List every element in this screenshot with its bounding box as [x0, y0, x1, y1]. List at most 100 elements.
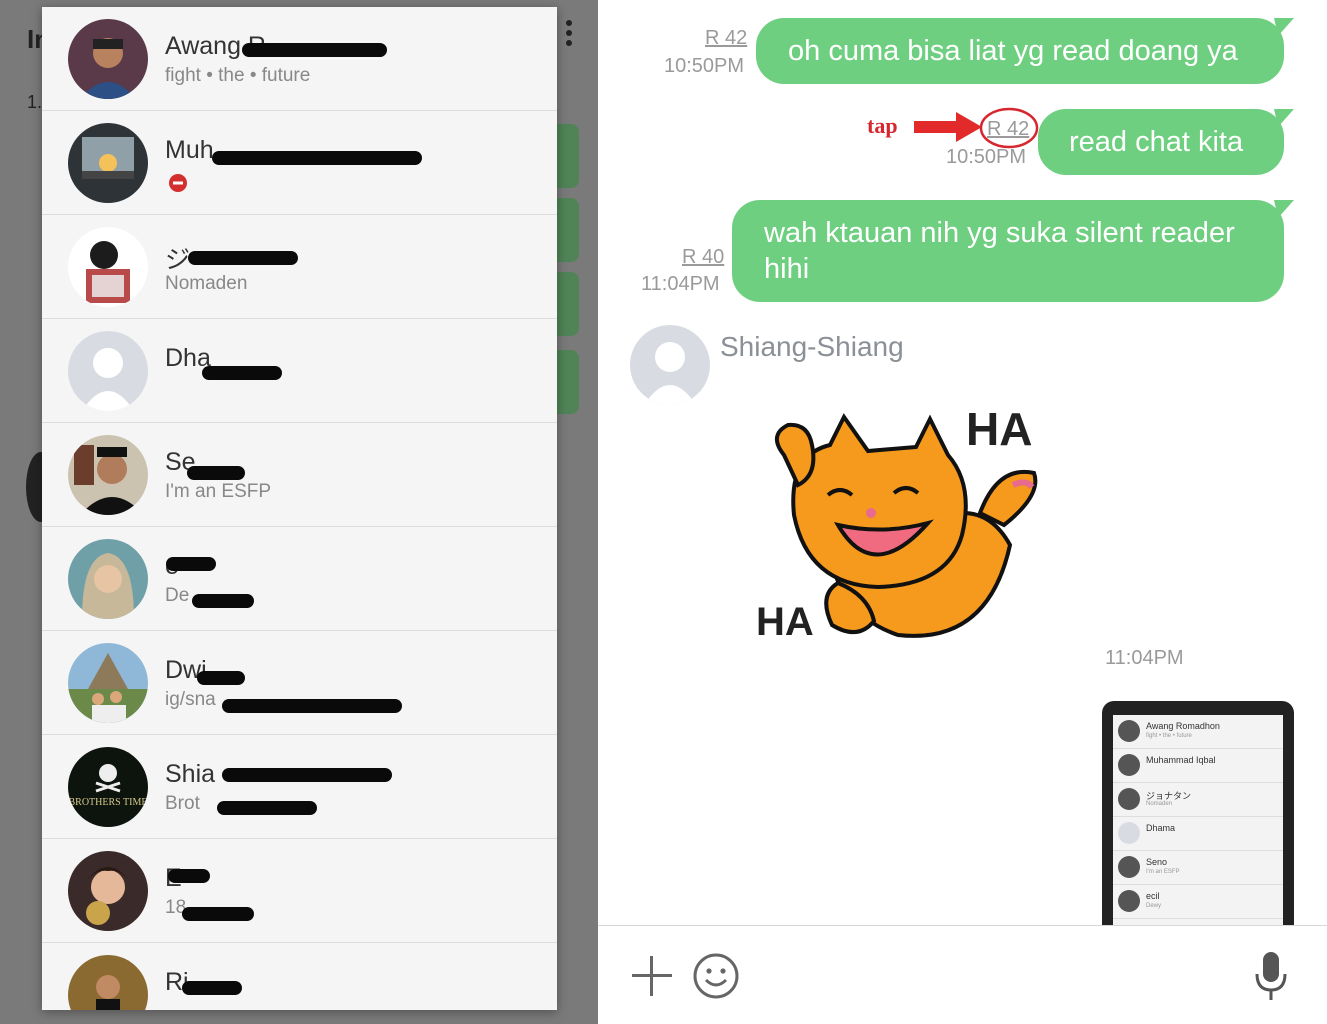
contact-avatar [68, 955, 148, 1010]
contact-row[interactable]: e De [42, 527, 557, 631]
thumbnail-status: fight • the • future [1146, 733, 1192, 739]
bubble-tail [1274, 200, 1294, 218]
thumbnail-row: Muhammad Iqbal [1113, 749, 1283, 783]
contact-picker-screen: In 1. Awang R fight • the • future Muh ジ… [0, 0, 598, 1024]
contact-avatar [68, 851, 148, 931]
contact-status: Nomaden [165, 273, 248, 294]
redaction-mark [222, 768, 392, 782]
message-text-line-1: wah ktauan nih yg suka silent reader [764, 217, 1235, 249]
contact-avatar [68, 435, 148, 515]
contact-avatar [68, 19, 148, 99]
redaction-mark [217, 801, 317, 815]
contact-status: fight • the • future [165, 65, 311, 86]
contact-avatar [68, 227, 148, 307]
contact-name: Muh [165, 136, 214, 164]
message-text-line-2: hihi [764, 253, 810, 285]
sticker-text-ha: HA [756, 600, 814, 644]
contact-row[interactable]: E 18 [42, 839, 557, 943]
microphone-icon[interactable] [1253, 950, 1289, 1002]
message-time: 11:04PM [641, 273, 720, 295]
thumbnail-name: Seno [1146, 857, 1168, 867]
thumbnail-name: ecil [1146, 891, 1160, 901]
redaction-mark [182, 981, 242, 995]
thumbnail-status: I'm an ESFP [1146, 869, 1180, 875]
redaction-mark [212, 151, 422, 165]
avatar-logo-text: BROTHERS TIME [69, 797, 148, 808]
redaction-mark [182, 907, 254, 921]
contact-name: ジ [165, 246, 191, 274]
thumbnail-contact-list: Awang Romadhon fight • the • future Muha… [1113, 715, 1283, 927]
thumbnail-avatar [1118, 856, 1140, 878]
contact-row[interactable]: Se I'm an ESFP [42, 423, 557, 527]
sticker-image[interactable]: HA HA [748, 395, 1048, 655]
message-time: 10:50PM [664, 55, 745, 77]
plus-icon[interactable] [630, 954, 674, 998]
thumbnail-status: Dewy [1146, 903, 1162, 909]
background-list-fragment: 1. [27, 92, 43, 112]
background-bubble [557, 198, 579, 262]
thumbnail-name: Awang Romadhon [1146, 721, 1220, 731]
redaction-mark [202, 366, 282, 380]
contact-status: De [165, 585, 190, 606]
outgoing-message-bubble[interactable]: oh cuma bisa liat yg read doang ya [756, 18, 1284, 84]
contact-row[interactable]: ジ Nomaden [42, 215, 557, 319]
redaction-mark [166, 557, 216, 571]
thumbnail-avatar [1118, 822, 1140, 844]
thumbnail-avatar [1118, 754, 1140, 776]
thumbnail-row: Dhama [1113, 817, 1283, 851]
thumbnail-name: Dhama [1146, 823, 1176, 833]
contact-status: I'm an ESFP [165, 481, 272, 502]
contact-row[interactable]: BROTHERS TIME Shia Brot [42, 735, 557, 839]
annotation-tap-label: tap [867, 113, 898, 138]
background-bubble [557, 350, 579, 414]
more-options-icon[interactable] [566, 20, 572, 46]
contact-row[interactable]: Dha [42, 319, 557, 423]
redaction-mark [187, 466, 245, 480]
contact-status: Brot [165, 793, 200, 814]
thumbnail-row: Seno I'm an ESFP [1113, 851, 1283, 885]
emoji-icon[interactable] [692, 952, 740, 1000]
sender-name: Shiang-Shiang [720, 331, 904, 362]
bubble-tail [1274, 18, 1294, 36]
blocked-icon [168, 173, 188, 193]
outgoing-message-bubble[interactable]: wah ktauan nih yg suka silent reader hih… [732, 200, 1284, 302]
thumbnail-row: ecil Dewy [1113, 885, 1283, 919]
chat-screen: R 42 10:50PM oh cuma bisa liat yg read d… [598, 0, 1327, 1024]
redaction-mark [168, 869, 210, 883]
thumbnail-row: ジョナタン Nomaden [1113, 783, 1283, 817]
thumbnail-avatar [1118, 788, 1140, 810]
thumbnail-row: Awang Romadhon fight • the • future [1113, 715, 1283, 749]
annotation-arrow [914, 112, 982, 142]
thumbnail-avatar [1118, 890, 1140, 912]
read-receipt: R 40 [682, 246, 725, 268]
read-receipt: R 42 [987, 118, 1030, 140]
contact-row[interactable]: Ri [42, 943, 557, 1010]
redaction-mark [242, 43, 387, 57]
message-composer [598, 925, 1327, 1024]
message-time: 11:04PM [1105, 647, 1184, 669]
image-message-thumbnail[interactable]: Awang Romadhon fight • the • future Muha… [1102, 701, 1294, 927]
redaction-mark [188, 251, 298, 265]
redaction-mark [222, 699, 402, 713]
contact-avatar [68, 643, 148, 723]
contact-row[interactable]: Muh [42, 111, 557, 215]
sticker-text-ha: HA [966, 403, 1032, 455]
read-receipt: R 42 [705, 27, 748, 49]
outgoing-message-bubble[interactable]: read chat kita [1038, 109, 1284, 175]
contact-list-popup: Awang R fight • the • future Muh ジ Nomad… [42, 7, 557, 1010]
contact-row[interactable]: Awang R fight • the • future [42, 7, 557, 111]
background-bubble [557, 272, 579, 336]
message-text: oh cuma bisa liat yg read doang ya [788, 35, 1238, 67]
message-text: read chat kita [1069, 126, 1244, 158]
thumbnail-avatar [1118, 720, 1140, 742]
contact-avatar [68, 539, 148, 619]
bubble-tail [1274, 109, 1294, 127]
sender-avatar[interactable] [630, 325, 710, 405]
redaction-mark [197, 671, 245, 685]
thumbnail-name: Muhammad Iqbal [1146, 755, 1216, 765]
contact-status: ig/sna [165, 689, 216, 710]
contact-avatar [68, 331, 148, 411]
contact-row[interactable]: Dwi ig/sna [42, 631, 557, 735]
contact-avatar [68, 123, 148, 203]
background-bubble [557, 124, 579, 188]
